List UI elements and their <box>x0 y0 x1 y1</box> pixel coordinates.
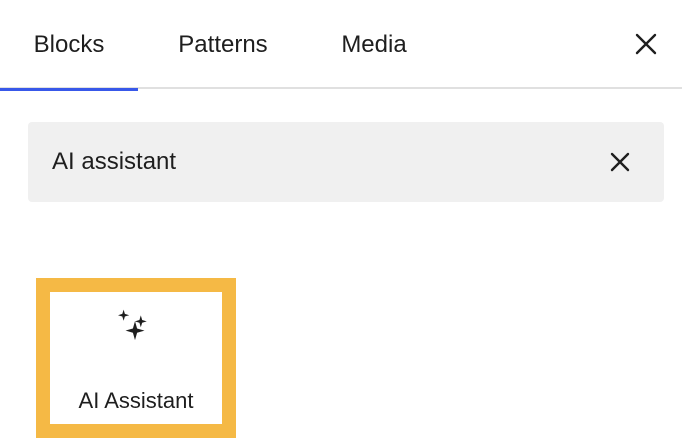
active-tab-indicator <box>0 88 138 91</box>
close-panel-button[interactable] <box>626 24 666 64</box>
inserter-panel: Blocks Patterns Media AI assistant AI As… <box>0 0 682 448</box>
tab-blocks[interactable]: Blocks <box>0 0 138 91</box>
tab-bar: Blocks Patterns Media <box>0 0 682 91</box>
tab-patterns-label: Patterns <box>178 30 268 58</box>
block-item-ai-assistant[interactable]: AI Assistant <box>36 278 236 438</box>
close-icon <box>635 33 657 55</box>
search-input[interactable] <box>28 122 588 202</box>
close-icon <box>610 152 630 172</box>
tab-media-label: Media <box>341 30 407 58</box>
search-box <box>28 122 664 202</box>
sparkles-icon <box>50 308 222 356</box>
block-item-label: AI Assistant <box>78 388 194 413</box>
tab-patterns[interactable]: Patterns <box>150 0 296 89</box>
clear-search-button[interactable] <box>600 142 640 182</box>
tab-blocks-label: Blocks <box>33 30 105 58</box>
tab-media[interactable]: Media <box>318 0 430 89</box>
